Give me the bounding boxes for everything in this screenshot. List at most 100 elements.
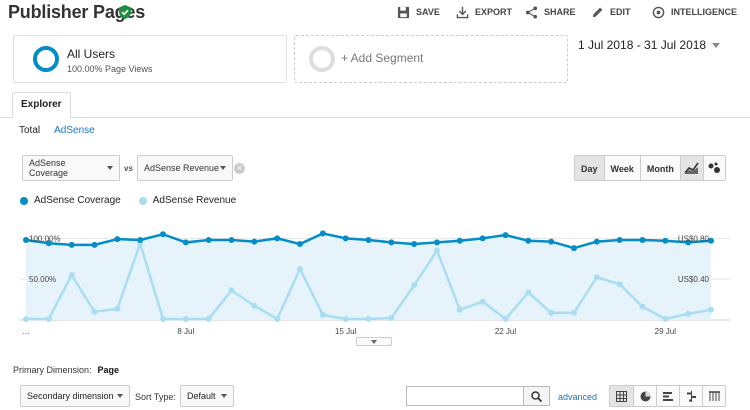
week-button[interactable]: Week <box>603 156 640 180</box>
advanced-link[interactable]: advanced <box>558 392 597 402</box>
data-point-revenue <box>502 315 509 322</box>
data-point-revenue <box>525 289 532 296</box>
edit-icon <box>592 7 603 17</box>
pivot-view-button[interactable] <box>702 386 725 406</box>
data-point-coverage <box>91 241 98 248</box>
data-point-revenue <box>274 315 281 322</box>
line-chart-button[interactable] <box>681 156 704 180</box>
data-point-revenue <box>571 309 577 316</box>
sort-type-label: Sort Type: <box>135 392 176 402</box>
y-left-tick-label: 100.00% <box>29 234 61 243</box>
sort-type-select[interactable]: Default <box>180 385 234 407</box>
add-segment-button[interactable]: + Add Segment <box>294 35 568 83</box>
data-point-coverage <box>182 239 189 246</box>
data-point-revenue <box>182 315 189 322</box>
segment-all-users[interactable]: All Users 100.00% Page Views <box>13 35 287 83</box>
export-label: EXPORT <box>475 7 513 17</box>
chevron-down-icon <box>220 166 226 170</box>
day-button[interactable]: Day <box>575 156 604 180</box>
metric2-select[interactable]: AdSense Revenue <box>137 155 233 181</box>
data-point-coverage <box>251 238 258 245</box>
data-point-coverage <box>411 241 418 248</box>
chart-type-toggle <box>680 155 726 181</box>
subtab-adsense[interactable]: AdSense <box>54 125 95 136</box>
data-point-coverage <box>205 236 212 243</box>
data-point-coverage <box>525 237 532 244</box>
motion-chart-button[interactable] <box>703 156 725 180</box>
segment-name: All Users <box>67 47 116 61</box>
chevron-down-icon <box>221 394 227 398</box>
intelligence-button[interactable]: INTELLIGENCE <box>652 4 737 20</box>
data-point-coverage <box>160 231 166 238</box>
edit-button[interactable]: EDIT <box>591 4 631 20</box>
search-icon <box>531 390 542 402</box>
legend-dot-revenue <box>138 196 147 205</box>
comparison-view-button[interactable] <box>679 386 702 406</box>
x-tick-label: ... <box>23 327 30 336</box>
search-button[interactable] <box>524 386 550 406</box>
explorer-subtabs: Total AdSense <box>19 125 95 136</box>
data-point-revenue <box>319 311 326 318</box>
clear-metric-icon[interactable]: × <box>234 163 245 174</box>
tab-explorer[interactable]: Explorer <box>12 92 71 119</box>
primary-dimension-value[interactable]: Page <box>98 365 120 375</box>
data-point-coverage <box>114 236 121 243</box>
pie-chart-icon <box>640 391 650 401</box>
data-point-coverage <box>68 241 75 248</box>
legend-item-revenue[interactable]: AdSense Revenue <box>138 195 237 206</box>
export-button[interactable]: EXPORT <box>456 4 512 20</box>
legend-item-coverage[interactable]: AdSense Coverage <box>20 195 121 206</box>
chart-scroll-handle[interactable] <box>356 337 392 346</box>
save-icon <box>397 6 410 18</box>
comparison-icon <box>686 390 696 402</box>
legend-label-coverage: AdSense Coverage <box>34 195 121 206</box>
secondary-dimension-select[interactable]: Secondary dimension <box>20 385 130 407</box>
share-label: SHARE <box>544 7 576 17</box>
table-search-input[interactable] <box>406 386 524 406</box>
chevron-down-icon <box>117 394 123 398</box>
save-label: SAVE <box>416 7 440 17</box>
primary-dimension: Primary Dimension: Page <box>13 365 119 375</box>
pie-view-button[interactable] <box>633 386 656 406</box>
pivot-icon <box>708 390 720 401</box>
data-point-coverage <box>456 237 463 244</box>
data-point-coverage <box>571 245 577 252</box>
chart-legend: AdSense Coverage AdSense Revenue <box>20 195 236 206</box>
share-button[interactable]: SHARE <box>525 4 576 20</box>
data-point-revenue <box>342 315 349 322</box>
primary-dimension-label: Primary Dimension: <box>13 365 92 375</box>
y-left-tick-label: 50.00% <box>29 275 56 284</box>
empty-segment-ring-icon <box>309 46 335 72</box>
data-table-view-button[interactable] <box>610 386 633 406</box>
data-point-coverage <box>365 236 372 243</box>
data-point-coverage <box>274 235 281 242</box>
y-right-tick-label: US$0.80 <box>678 234 710 243</box>
month-button[interactable]: Month <box>639 156 680 180</box>
line-chart: 100.00% 50.00% US$0.80 US$0.40... 8 Jul 15 Ju… <box>20 230 730 336</box>
data-point-coverage <box>502 232 509 239</box>
add-segment-label: + Add Segment <box>341 51 424 65</box>
data-point-coverage <box>319 230 326 237</box>
save-button[interactable]: SAVE <box>397 4 440 20</box>
metric2-label: AdSense Revenue <box>144 163 220 173</box>
legend-dot-coverage <box>20 196 28 205</box>
verified-shield-icon <box>119 5 131 19</box>
secondary-dimension-label: Secondary dimension <box>27 391 114 401</box>
data-point-coverage <box>342 235 349 242</box>
date-range-picker[interactable]: 1 Jul 2018 - 31 Jul 2018 <box>578 38 721 52</box>
grid-icon <box>616 390 627 402</box>
chevron-down-icon <box>107 166 113 170</box>
metric1-select[interactable]: AdSense Coverage <box>22 155 120 181</box>
vs-label: vs <box>124 164 133 173</box>
data-point-coverage <box>593 238 600 245</box>
data-point-revenue <box>639 303 646 310</box>
subtab-total[interactable]: Total <box>19 125 40 136</box>
edit-label: EDIT <box>610 7 631 17</box>
bar-list-icon <box>662 391 673 401</box>
data-point-revenue <box>456 306 463 313</box>
data-point-coverage <box>662 237 669 244</box>
x-tick-label: 15 Jul <box>335 327 357 336</box>
chevron-down-icon <box>371 339 377 344</box>
performance-view-button[interactable] <box>656 386 679 406</box>
legend-label-revenue: AdSense Revenue <box>152 195 237 206</box>
